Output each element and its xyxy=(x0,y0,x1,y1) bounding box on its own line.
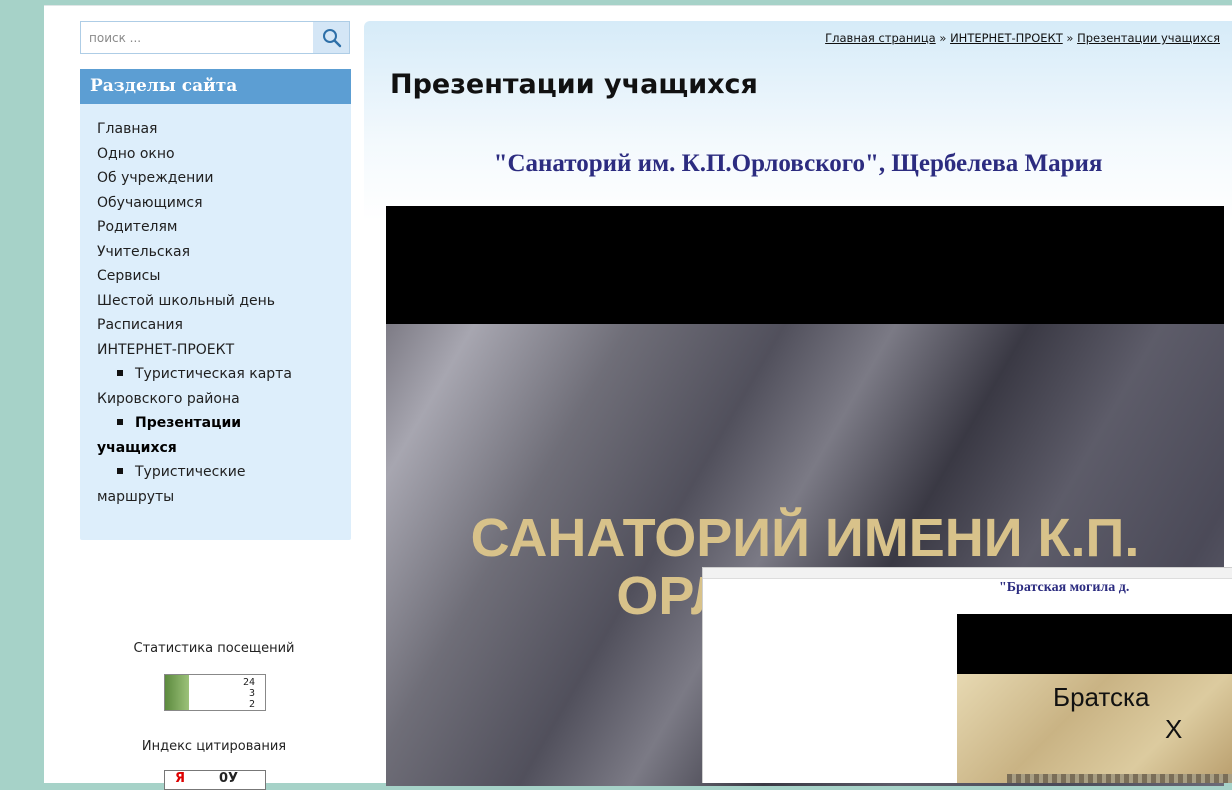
sidebar-panel: Разделы сайта Главная Одно окно Об учреж… xyxy=(80,69,351,540)
sidebar-item-students[interactable]: Обучающимся xyxy=(97,191,351,216)
sidebar-item-about[interactable]: Об учреждении xyxy=(97,166,351,191)
counter-views: 24 xyxy=(242,677,255,688)
overlay-presentation-viewer[interactable]: Братска Х xyxy=(957,614,1232,783)
sidebar-item-sixth-day[interactable]: Шестой школьный день xyxy=(97,289,351,314)
search-input[interactable] xyxy=(81,22,311,53)
sidebar-item-teachers[interactable]: Учительская xyxy=(97,240,351,265)
search-box xyxy=(80,21,350,54)
citation-label: Индекс цитирования xyxy=(141,739,287,754)
search-icon xyxy=(323,29,342,48)
visit-counter[interactable]: 24 3 2 xyxy=(164,674,266,711)
slide-heading-line1: САНАТОРИЙ ИМЕНИ К.П. xyxy=(470,508,1140,568)
sidebar-title: Разделы сайта xyxy=(80,69,351,104)
sidebar-item-one-window[interactable]: Одно окно xyxy=(97,142,351,167)
overlay-slide-heading: Братска xyxy=(1053,682,1150,712)
breadcrumb-current[interactable]: Презентации учащихся xyxy=(1077,31,1220,45)
overlay-window: "Братская могила д. Братска Х xyxy=(702,567,1232,783)
sidebar-item-parents[interactable]: Родителям xyxy=(97,215,351,240)
breadcrumb-separator: » xyxy=(1066,31,1074,45)
counter-visitors: 2 xyxy=(248,699,255,710)
breadcrumb-home[interactable]: Главная страница xyxy=(825,31,936,45)
citation-badge[interactable]: Я 0У xyxy=(164,770,266,790)
presentation-title: "Санаторий им. К.П.Орловского", Щербелев… xyxy=(493,150,1103,177)
overlay-slide-heading-line2: Х xyxy=(1165,714,1183,744)
sidebar-item-home[interactable]: Главная xyxy=(97,117,351,142)
breadcrumb-internet-project[interactable]: ИНТЕРНЕТ-ПРОЕКТ xyxy=(950,31,1063,45)
stats-label: Статистика посещений xyxy=(133,641,295,656)
sidebar-item-schedules[interactable]: Расписания xyxy=(97,313,351,338)
yandex-logo-icon: Я xyxy=(175,771,186,786)
bullet-icon xyxy=(117,468,123,474)
counter-graph-icon xyxy=(165,675,189,710)
bullet-icon xyxy=(117,370,123,376)
sidebar-subitem-tourist-map[interactable]: Туристическая карта Кировского района xyxy=(97,362,307,411)
sidebar-subitem-presentations[interactable]: Презентации учащихся xyxy=(97,411,307,460)
citation-value: 0У xyxy=(219,771,239,786)
page-title: Презентации учащихся xyxy=(390,69,758,100)
overlay-presentation-title: "Братская могила д. xyxy=(999,580,1130,595)
overlay-slide-background: Братска Х xyxy=(957,674,1232,783)
sidebar-subitem-routes[interactable]: Туристические маршруты xyxy=(97,460,307,509)
bullet-icon xyxy=(117,419,123,425)
search-button[interactable] xyxy=(313,22,349,53)
breadcrumb-separator: » xyxy=(939,31,947,45)
sidebar-subitem-label: Туристическая карта Кировского района xyxy=(97,366,292,407)
breadcrumb: Главная страница » ИНТЕРНЕТ-ПРОЕКТ » Пре… xyxy=(825,31,1220,45)
counter-visits: 3 xyxy=(248,688,255,699)
sidebar-item-services[interactable]: Сервисы xyxy=(97,264,351,289)
sidebar-menu: Главная Одно окно Об учреждении Обучающи… xyxy=(80,104,351,509)
overlay-window-bar xyxy=(703,568,1232,579)
sidebar-item-internet-project[interactable]: ИНТЕРНЕТ-ПРОЕКТ xyxy=(97,338,351,363)
